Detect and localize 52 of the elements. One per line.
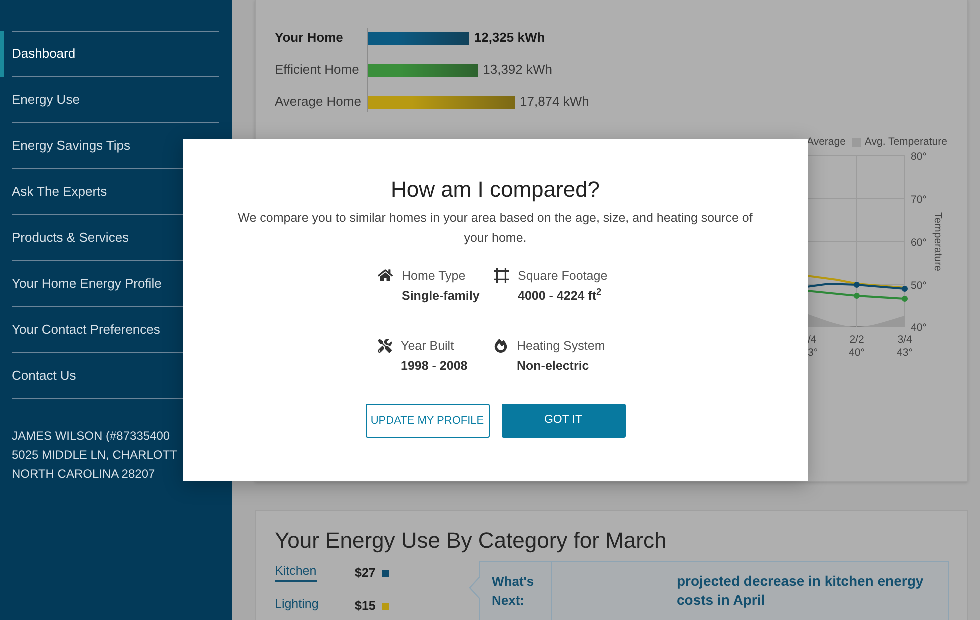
date-label: 3/4: [898, 334, 912, 346]
data-point: [854, 282, 860, 288]
temperature-label: 40°: [849, 347, 865, 359]
value-label: 13,392 kWh: [483, 61, 552, 80]
category-link[interactable]: Kitchen: [275, 564, 317, 582]
flame-icon: [494, 339, 508, 353]
detail-value: Non-electric: [517, 358, 590, 375]
savings-message: projected decrease in kitchen energy costs in April: [677, 572, 925, 610]
sidebar-item[interactable]: Dashboard: [0, 31, 219, 77]
address-line: 5025 MIDDLE LN, CHARLOTT: [12, 447, 178, 464]
sidebar-item[interactable]: Energy Use: [0, 77, 219, 123]
detail-label: Home Type: [402, 268, 467, 285]
modal-description: We compare you to similar homes in your area based on the age, size, and heating source of your home.: [237, 210, 754, 247]
axis-tick-label: 50°: [911, 280, 927, 292]
date-label: /4: [808, 334, 817, 346]
axis-tick-label: 70°: [911, 194, 927, 206]
axis-title: Temperature: [932, 212, 944, 272]
detail-label: Square Footage: [518, 268, 608, 285]
axis-tick-label: 80°: [911, 151, 927, 163]
temperature-label: 3°: [808, 347, 818, 359]
date-label: 2/2: [850, 334, 864, 346]
square-frame-icon: [494, 268, 509, 283]
category-label: Your Home: [275, 29, 344, 48]
detail-label: Year Built: [401, 338, 456, 355]
value-label: 17,874 kWh: [520, 93, 590, 112]
data-point: [854, 293, 860, 299]
category-label: Efficient Home: [275, 61, 360, 80]
temperature-label: 43°: [897, 347, 913, 359]
address-line: NORTH CAROLINA 28207: [12, 466, 156, 483]
category-link[interactable]: Lighting: [275, 597, 319, 615]
axis-tick-label: 60°: [911, 237, 927, 249]
data-point: [902, 296, 908, 302]
legend-label: Avg. Temperature: [864, 137, 948, 148]
legend-label: Average: [807, 137, 846, 148]
modal-title: How am I compared?: [390, 176, 600, 204]
value-label: 12,325 kWh: [474, 29, 546, 48]
category-amount: $15: [355, 598, 376, 615]
card-title: Your Energy Use By Category for March: [275, 527, 667, 555]
tools-icon: [378, 339, 392, 353]
confirm-button[interactable]: GOT IT: [502, 404, 626, 438]
detail-value: 1998 - 2008: [401, 358, 468, 375]
detail-value: Single-family: [402, 288, 480, 305]
detail-label: Heating System: [517, 338, 606, 355]
axis-tick-label: 40°: [911, 322, 927, 334]
whats-next-label: What's Next:: [492, 573, 536, 610]
category-amount: $27: [355, 564, 376, 582]
detail-value: 4000 - 4224 ft$^{2}$: [518, 286, 603, 305]
update-profile-button[interactable]: UPDATE MY PROFILE: [366, 404, 490, 438]
house-icon: [378, 268, 393, 283]
customer-name: JAMES WILSON (#87335400: [12, 428, 170, 445]
category-label: Average Home: [275, 93, 362, 112]
data-point: [902, 286, 908, 292]
